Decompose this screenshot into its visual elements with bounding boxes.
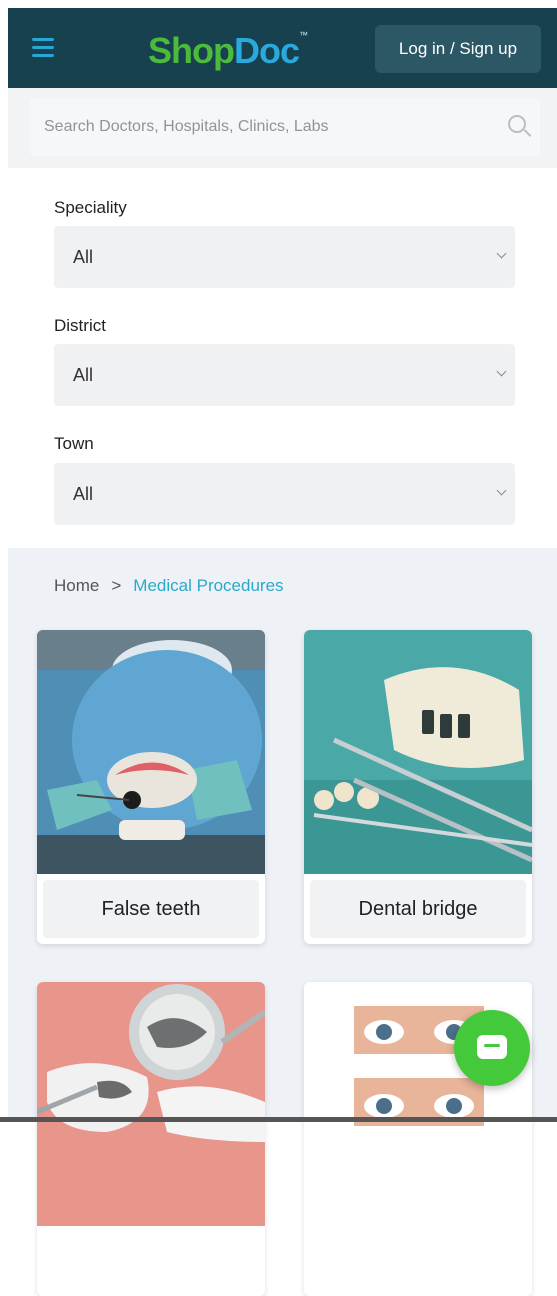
breadcrumb: Home > Medical Procedures	[54, 576, 284, 596]
breadcrumb-current[interactable]: Medical Procedures	[133, 576, 283, 595]
chat-button[interactable]	[454, 1010, 530, 1086]
chat-icon	[477, 1035, 507, 1059]
speciality-select[interactable]: All	[54, 226, 515, 288]
district-value: All	[73, 365, 94, 385]
logo-shop-text: Shop	[148, 30, 235, 71]
search-icon[interactable]	[508, 115, 526, 133]
search-input[interactable]: Search Doctors, Hospitals, Clinics, Labs	[30, 98, 540, 156]
top-navbar: ShopDoc™ Log in / Sign up	[8, 8, 557, 88]
procedure-card-false-teeth[interactable]: False teeth	[37, 630, 265, 944]
district-label: District	[54, 316, 106, 335]
chevron-down-icon	[496, 248, 507, 259]
login-signup-button[interactable]: Log in / Sign up	[375, 25, 541, 73]
town-value: All	[73, 484, 94, 504]
search-placeholder: Search Doctors, Hospitals, Clinics, Labs	[44, 118, 329, 135]
town-select[interactable]: All	[54, 463, 515, 525]
dental-filling-image	[37, 982, 265, 1226]
town-label: Town	[54, 434, 94, 453]
dental-bridge-image	[304, 630, 532, 874]
breadcrumb-separator: >	[111, 576, 122, 595]
hamburger-menu-icon[interactable]	[32, 38, 54, 58]
chevron-down-icon	[496, 485, 507, 496]
shopdoc-logo[interactable]: ShopDoc™	[148, 30, 308, 72]
procedure-card-label: False teeth	[43, 880, 259, 938]
district-select[interactable]: All	[54, 344, 515, 406]
logo-trademark: ™	[299, 30, 308, 40]
chevron-down-icon	[496, 366, 507, 377]
procedure-card-label: Dental bridge	[310, 880, 526, 938]
search-bar: Search Doctors, Hospitals, Clinics, Labs	[8, 88, 557, 168]
breadcrumb-home[interactable]: Home	[54, 576, 99, 595]
speciality-label: Speciality	[54, 198, 127, 217]
bottom-edge	[0, 1117, 557, 1122]
procedure-card-3[interactable]	[37, 982, 265, 1296]
false-teeth-image	[37, 630, 265, 874]
procedure-card-dental-bridge[interactable]: Dental bridge	[304, 630, 532, 944]
logo-doc-text: Doc	[233, 30, 300, 71]
speciality-value: All	[73, 247, 94, 267]
